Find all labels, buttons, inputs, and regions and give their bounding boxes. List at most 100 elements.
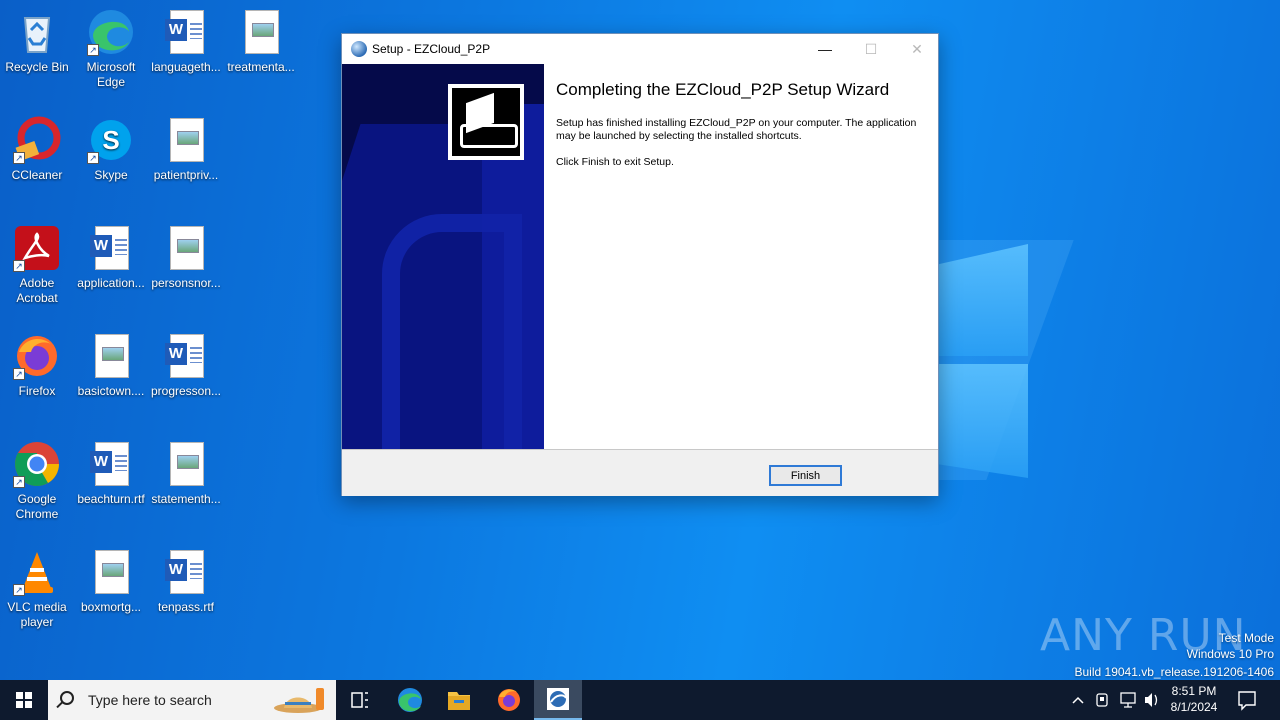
device-tray-icon[interactable]	[1096, 693, 1108, 707]
desktop-icon-ccleaner[interactable]: ↗ CCleaner	[0, 116, 75, 183]
desktop-icon-label: beachturn.rtf	[77, 492, 145, 506]
desktop-icon-label: personsnor...	[151, 276, 221, 290]
desktop-icon-skype[interactable]: S ↗ Skype	[73, 116, 149, 183]
desktop-icon-label: CCleaner	[11, 168, 63, 182]
shortcut-arrow-icon: ↗	[13, 260, 25, 272]
desktop-icon-google-chrome[interactable]: ↗ Google Chrome	[0, 440, 75, 522]
close-button[interactable]: ✕	[894, 34, 940, 64]
desktop-icon-image-file[interactable]: statementh...	[148, 440, 224, 507]
wizard-content: Completing the EZCloud_P2P Setup Wizard …	[556, 80, 926, 182]
setup-app-icon	[547, 688, 569, 710]
window-title: Setup - EZCloud_P2P	[372, 42, 491, 56]
action-center-button[interactable]	[1224, 680, 1270, 720]
wizard-instruction: Click Finish to exit Setup.	[556, 156, 674, 168]
firefox-icon: ↗	[13, 332, 61, 380]
desktop-icon-label: boxmortg...	[80, 600, 142, 614]
desktop-icon-label: statementh...	[151, 492, 221, 506]
taskbar-setup-app[interactable]	[534, 680, 582, 720]
desktop-icon-label: languageth...	[151, 60, 221, 74]
shortcut-arrow-icon: ↗	[13, 152, 25, 164]
skype-icon: S ↗	[87, 116, 135, 164]
search-highlight-hat-icon	[274, 688, 324, 713]
system-tray	[1066, 680, 1162, 720]
desktop-icon-microsoft-edge[interactable]: ↗ Microsoft Edge	[73, 8, 149, 90]
volume-icon[interactable]	[1145, 693, 1158, 707]
wizard-message: Setup has finished installing EZCloud_P2…	[556, 117, 917, 142]
taskbar-edge[interactable]	[386, 680, 434, 720]
adobe-acrobat-icon: ↗	[13, 224, 61, 272]
folder-icon	[448, 692, 470, 710]
desktop-icon-label: Google Chrome	[15, 492, 59, 521]
desktop-icon-image-file[interactable]: basictown....	[73, 332, 149, 399]
desktop-icon-word-doc[interactable]: W languageth...	[148, 8, 224, 75]
taskbar-firefox[interactable]	[485, 680, 533, 720]
taskbar-clock[interactable]: 8:51 PM 8/1/2024	[1164, 683, 1224, 715]
desktop-icon-word-doc[interactable]: W application...	[73, 224, 149, 291]
task-view-icon	[351, 692, 368, 708]
svg-text:S: S	[102, 125, 119, 155]
desktop-icon-firefox[interactable]: ↗ Firefox	[0, 332, 75, 399]
desktop-icon-adobe-acrobat[interactable]: ↗ Adobe Acrobat	[0, 224, 75, 306]
desktop-icon-word-doc[interactable]: W beachturn.rtf	[73, 440, 149, 507]
wallpaper-logo-pane	[939, 364, 1028, 478]
word-document-icon: W	[162, 332, 210, 380]
desktop-icon-label: Firefox	[18, 384, 56, 398]
window-titlebar[interactable]: Setup - EZCloud_P2P — ☐ ✕	[342, 34, 938, 64]
desktop-icon-label: treatmenta...	[227, 60, 295, 74]
shortcut-arrow-icon: ↗	[13, 368, 25, 380]
finish-button[interactable]: Finish	[769, 465, 842, 486]
word-document-icon: W	[162, 548, 210, 596]
desktop-icon-word-doc[interactable]: W tenpass.rtf	[148, 548, 224, 615]
desktop-icon-label: Microsoft Edge	[86, 60, 136, 89]
desktop-icon-label: application...	[77, 276, 145, 290]
start-button[interactable]	[0, 680, 48, 720]
word-document-icon: W	[162, 8, 210, 56]
minimize-button[interactable]: —	[802, 34, 848, 64]
image-file-icon	[237, 8, 285, 56]
desktop-icon-image-file[interactable]: patientpriv...	[148, 116, 224, 183]
show-hidden-icons-chevron-icon[interactable]	[1072, 696, 1084, 704]
image-file-icon	[162, 440, 210, 488]
desktop-icon-image-file[interactable]: boxmortg...	[73, 548, 149, 615]
wizard-side-image	[342, 64, 544, 449]
desktop-icon-label: patientpriv...	[153, 168, 219, 182]
clock-date: 8/1/2024	[1170, 700, 1218, 714]
wizard-heading: Completing the EZCloud_P2P Setup Wizard	[556, 80, 890, 99]
notification-icon	[1238, 691, 1256, 711]
desktop-icon-image-file[interactable]: personsnor...	[148, 224, 224, 291]
desktop-icon-word-doc[interactable]: W progresson...	[148, 332, 224, 399]
desktop-icon-recycle-bin[interactable]: Recycle Bin	[0, 8, 75, 75]
taskbar-search-box[interactable]: Type here to search	[48, 680, 336, 720]
desktop-icon-label: tenpass.rtf	[157, 600, 215, 614]
shortcut-arrow-icon: ↗	[87, 44, 99, 56]
desktop-icon-label: Skype	[94, 168, 128, 182]
desktop-icon-vlc[interactable]: ↗ VLC media player	[0, 548, 75, 630]
windows-logo-icon	[16, 692, 32, 708]
windows-edition-text: Windows 10 Pro	[1186, 647, 1274, 661]
shortcut-arrow-icon: ↗	[13, 476, 25, 488]
maximize-button: ☐	[864, 41, 878, 57]
taskbar-file-explorer[interactable]	[435, 680, 483, 720]
installer-logo-icon	[448, 84, 524, 160]
task-view-button[interactable]	[336, 680, 384, 720]
edge-icon: ↗	[87, 8, 135, 56]
desktop-icon-image-file[interactable]: treatmenta...	[223, 8, 299, 75]
shortcut-arrow-icon: ↗	[13, 584, 25, 596]
setup-wizard-window[interactable]: Setup - EZCloud_P2P — ☐ ✕ Completing the…	[341, 33, 939, 496]
image-file-icon	[87, 332, 135, 380]
taskbar: Type here to search 8:51 PM 8/1/2024	[0, 680, 1280, 720]
setup-app-icon	[351, 41, 367, 57]
network-icon[interactable]	[1120, 692, 1136, 708]
image-file-icon	[162, 116, 210, 164]
search-placeholder: Type here to search	[88, 692, 212, 708]
wizard-footer: Finish	[342, 449, 938, 496]
desktop-icon-label: progresson...	[150, 384, 222, 398]
edge-icon	[398, 688, 422, 712]
word-document-icon: W	[87, 440, 135, 488]
recycle-bin-icon	[13, 8, 61, 56]
desktop-icon-label: Adobe Acrobat	[16, 276, 58, 305]
search-icon	[60, 691, 74, 705]
clock-time: 8:51 PM	[1171, 684, 1217, 698]
desktop-icon-label: Recycle Bin	[5, 60, 69, 74]
word-document-icon: W	[87, 224, 135, 272]
